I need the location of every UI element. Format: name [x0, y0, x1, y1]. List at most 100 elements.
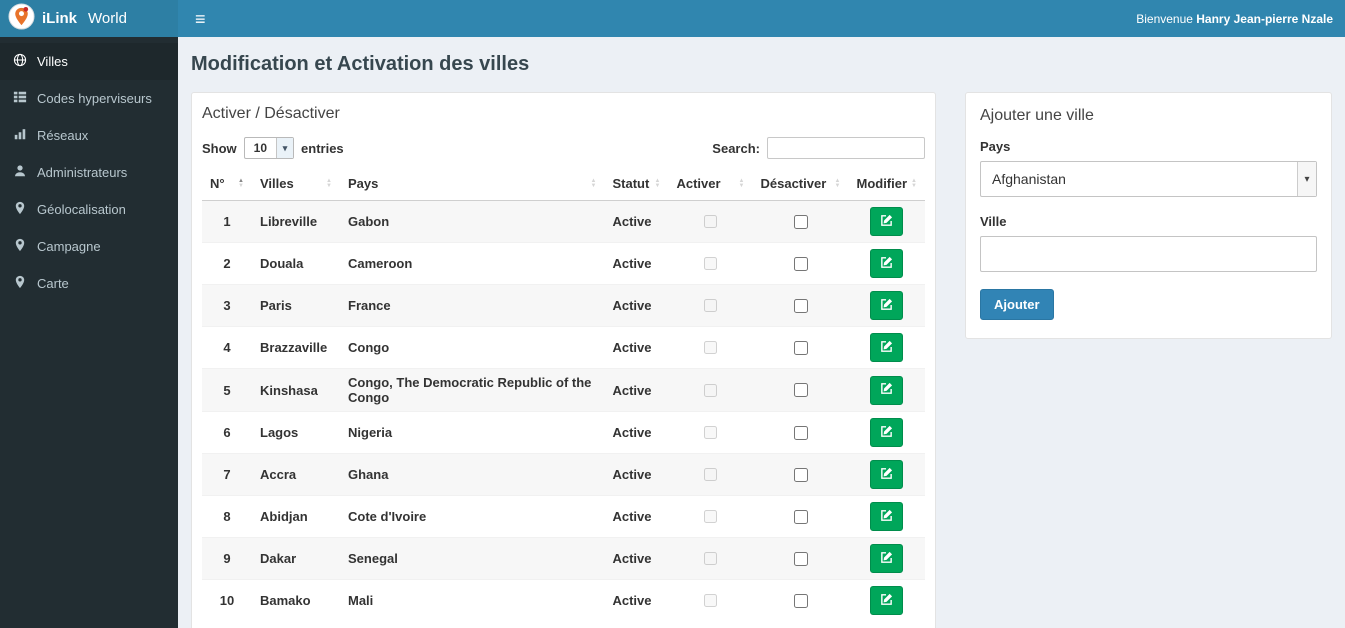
villes-table: N° ▲ ▼ Villes ▲ ▼ Pays ▲ ▼ Statut ▲ ▼ Activer ▲ ▼ [202, 167, 925, 621]
row-pays: Mali [340, 579, 605, 621]
search-input[interactable] [767, 137, 925, 159]
sort-icon: ▲ ▼ [590, 177, 597, 189]
sidebar-item-codes-hyperviseurs[interactable]: Codes hyperviseurs [0, 80, 178, 117]
sidebar-item-campagne[interactable]: Campagne [0, 228, 178, 265]
sidebar-item-label: Villes [37, 54, 68, 69]
activer-desactiver-card: Activer / Désactiver Show 10 ▾ entries S… [191, 92, 936, 628]
column-header-statut[interactable]: Statut ▲ ▼ [604, 167, 669, 201]
activer-checkbox [704, 426, 718, 439]
table-row: 5 Kinshasa Congo, The Democratic Republi… [202, 368, 925, 412]
edit-button[interactable] [870, 502, 904, 531]
table-body: 1 Libreville Gabon Active 2 Douala Camer… [202, 200, 925, 621]
row-statut: Active [604, 453, 669, 496]
edit-button[interactable] [870, 291, 904, 320]
table-row: 2 Douala Cameroon Active [202, 242, 925, 285]
desactiver-checkbox[interactable] [793, 340, 808, 355]
sort-icon: ▲ ▼ [738, 177, 745, 189]
welcome-text[interactable]: Bienvenue Hanry Jean-pierre Nzale [1136, 12, 1333, 26]
ajouter-button[interactable]: Ajouter [980, 289, 1054, 320]
welcome-prefix: Bienvenue [1136, 11, 1197, 26]
map-marker-icon [13, 238, 27, 255]
column-header-num[interactable]: N° ▲ ▼ [202, 167, 252, 201]
sidebar-item-reseaux[interactable]: Réseaux [0, 117, 178, 154]
sort-icon: ▲ ▼ [834, 177, 841, 189]
ville-input[interactable] [980, 236, 1317, 272]
hamburger-menu-icon[interactable]: ≡ [190, 10, 211, 28]
row-number: 9 [202, 537, 252, 580]
sidebar-item-geolocalisation[interactable]: Géolocalisation [0, 191, 178, 228]
sidebar-item-administrateurs[interactable]: Administrateurs [0, 154, 178, 191]
sort-icon: ▲ ▼ [654, 177, 661, 189]
edit-button[interactable] [870, 375, 904, 405]
sort-icon: ▲ ▼ [238, 177, 244, 189]
desactiver-checkbox[interactable] [793, 256, 808, 271]
edit-button[interactable] [870, 249, 904, 278]
row-ville: Lagos [252, 411, 340, 454]
column-header-villes[interactable]: Villes ▲ ▼ [252, 167, 340, 201]
edit-button[interactable] [870, 586, 904, 615]
row-statut: Active [604, 242, 669, 285]
desactiver-checkbox[interactable] [793, 551, 808, 566]
activer-checkbox [704, 594, 718, 607]
table-row: 1 Libreville Gabon Active [202, 200, 925, 243]
edit-button[interactable] [870, 418, 904, 447]
activer-checkbox [704, 257, 718, 270]
row-number: 5 [202, 368, 252, 412]
column-header-modifier[interactable]: Modifier ▲ ▼ [848, 167, 925, 201]
sidebar-item-label: Géolocalisation [37, 202, 126, 217]
brand: iLink World [0, 0, 178, 37]
desactiver-checkbox[interactable] [793, 298, 808, 313]
row-pays: Nigeria [340, 411, 605, 454]
row-ville: Brazzaville [252, 326, 340, 369]
row-statut: Active [604, 537, 669, 580]
table-row: 6 Lagos Nigeria Active [202, 411, 925, 454]
edit-pencil-icon [880, 298, 893, 314]
table-row: 4 Brazzaville Congo Active [202, 326, 925, 369]
pays-select[interactable]: Afghanistan ▾ [980, 161, 1317, 197]
desactiver-checkbox[interactable] [793, 593, 808, 608]
row-ville: Dakar [252, 537, 340, 580]
bar-chart-icon [13, 127, 27, 144]
edit-button[interactable] [870, 460, 904, 489]
row-ville: Paris [252, 284, 340, 327]
card-title: Ajouter une ville [980, 107, 1094, 124]
globe-icon [13, 53, 27, 70]
chevron-down-icon: ▾ [1297, 162, 1316, 196]
card-title: Activer / Désactiver [202, 105, 340, 122]
column-header-activer[interactable]: Activer ▲ ▼ [668, 167, 753, 201]
desactiver-checkbox[interactable] [793, 509, 808, 524]
desactiver-checkbox[interactable] [793, 467, 808, 482]
search-label: Search: [712, 140, 760, 156]
map-marker-icon [13, 275, 27, 292]
page-length-select[interactable]: 10 ▾ [243, 137, 295, 159]
row-statut: Active [604, 495, 669, 538]
edit-button[interactable] [870, 333, 904, 362]
page-length-control: Show 10 ▾ entries [202, 137, 344, 159]
column-header-pays[interactable]: Pays ▲ ▼ [340, 167, 605, 201]
topbar: ≡ Bienvenue Hanry Jean-pierre Nzale [178, 0, 1345, 37]
desactiver-checkbox[interactable] [793, 214, 808, 229]
list-icon [13, 90, 27, 107]
ville-label: Ville [980, 214, 1007, 229]
row-number: 10 [202, 579, 252, 621]
desactiver-checkbox[interactable] [793, 425, 808, 440]
edit-pencil-icon [880, 593, 893, 609]
sidebar-item-villes[interactable]: Villes [0, 43, 178, 80]
pays-label: Pays [980, 139, 1011, 154]
edit-button[interactable] [870, 544, 904, 573]
row-ville: Bamako [252, 579, 340, 621]
row-number: 3 [202, 284, 252, 327]
table-row: 8 Abidjan Cote d'Ivoire Active [202, 495, 925, 538]
datatable-controls: Show 10 ▾ entries Search: [202, 137, 925, 159]
sidebar-item-carte[interactable]: Carte [0, 265, 178, 302]
sidebar-item-label: Administrateurs [37, 165, 128, 180]
edit-button[interactable] [870, 207, 904, 236]
sidebar-item-label: Réseaux [37, 128, 89, 143]
column-header-desactiver[interactable]: Désactiver ▲ ▼ [752, 167, 849, 201]
row-pays: Congo, The Democratic Republic of the Co… [340, 368, 605, 412]
desactiver-checkbox[interactable] [793, 383, 808, 397]
row-ville: Douala [252, 242, 340, 285]
brand-name-light: World [88, 10, 127, 27]
search-control: Search: [712, 137, 925, 159]
row-pays: Gabon [340, 200, 605, 243]
